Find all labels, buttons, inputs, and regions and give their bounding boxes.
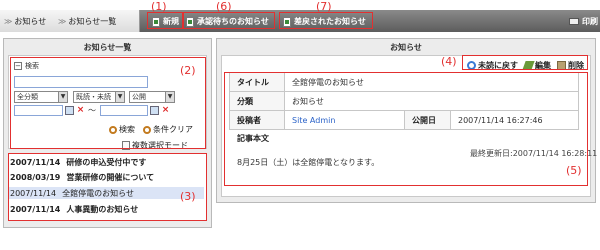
annotation-box-2 [10,57,206,149]
annotation-box-7 [279,12,373,29]
printer-icon [569,18,579,25]
chevron-right-icon: ≫ [4,17,13,26]
breadcrumb-home[interactable]: ≫ お知らせ [4,16,46,27]
annotation-box-6 [183,12,275,29]
annotation-label-3: (3) [180,190,196,203]
annotation-label-6: (6) [216,0,232,13]
annotation-box-5 [224,72,588,186]
annotation-label-5: (5) [566,164,582,177]
breadcrumb-list[interactable]: ≫ お知らせ一覧 [58,16,116,27]
print-button[interactable]: 印刷 [569,14,598,29]
annotation-box-1 [147,12,183,29]
annotation-label-1: (1) [151,0,167,13]
annotation-label-7: (7) [316,0,332,13]
annotation-label-4: (4) [441,55,457,68]
annotation-label-2: (2) [180,64,196,77]
annotation-box-3 [8,153,207,221]
annotation-box-4 [462,55,588,70]
chevron-right-icon: ≫ [58,17,67,26]
